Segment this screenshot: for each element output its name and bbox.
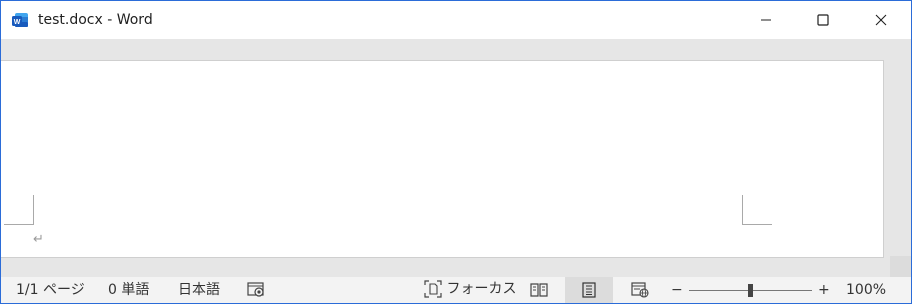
close-icon xyxy=(875,14,887,26)
language-indicator[interactable]: 日本語 xyxy=(178,281,220,299)
crop-mark-left xyxy=(33,195,34,225)
svg-text:W: W xyxy=(14,19,21,26)
zoom-slider-thumb[interactable] xyxy=(748,284,753,297)
word-window: W test.docx - Word ↵ 1/1 ページ 0 単語 日本語 フォ… xyxy=(0,0,912,304)
document-canvas: ↵ xyxy=(1,39,911,277)
maximize-icon xyxy=(817,14,829,26)
minimize-icon xyxy=(761,19,771,21)
close-button[interactable] xyxy=(852,1,910,39)
paragraph-mark[interactable]: ↵ xyxy=(33,233,44,247)
print-layout-icon[interactable] xyxy=(579,281,599,299)
vertical-scrollbar[interactable] xyxy=(890,39,911,277)
crop-mark-left-horizontal xyxy=(4,224,34,225)
focus-button[interactable]: フォーカス xyxy=(424,280,516,298)
minimize-button[interactable] xyxy=(737,1,795,39)
scrollbar-thumb[interactable] xyxy=(890,256,911,277)
focus-icon xyxy=(424,280,442,298)
word-icon: W xyxy=(11,11,29,29)
page-count[interactable]: 1/1 ページ xyxy=(16,281,85,299)
crop-mark-right xyxy=(742,195,743,225)
word-count[interactable]: 0 単語 xyxy=(108,281,149,299)
maximize-button[interactable] xyxy=(794,1,852,39)
zoom-out-button[interactable]: − xyxy=(671,281,683,299)
read-mode-icon[interactable] xyxy=(529,281,549,299)
zoom-in-button[interactable]: + xyxy=(818,281,830,299)
status-bar: 1/1 ページ 0 単語 日本語 フォーカス − + 100% xyxy=(1,277,911,303)
accessibility-icon[interactable] xyxy=(246,281,266,299)
document-page[interactable]: ↵ xyxy=(1,60,884,258)
window-title: test.docx - Word xyxy=(38,12,153,28)
web-layout-icon[interactable] xyxy=(630,281,650,299)
title-bar[interactable]: W test.docx - Word xyxy=(1,1,911,39)
crop-mark-right-horizontal xyxy=(742,224,772,225)
zoom-level[interactable]: 100% xyxy=(846,281,886,299)
focus-label: フォーカス xyxy=(446,281,517,297)
